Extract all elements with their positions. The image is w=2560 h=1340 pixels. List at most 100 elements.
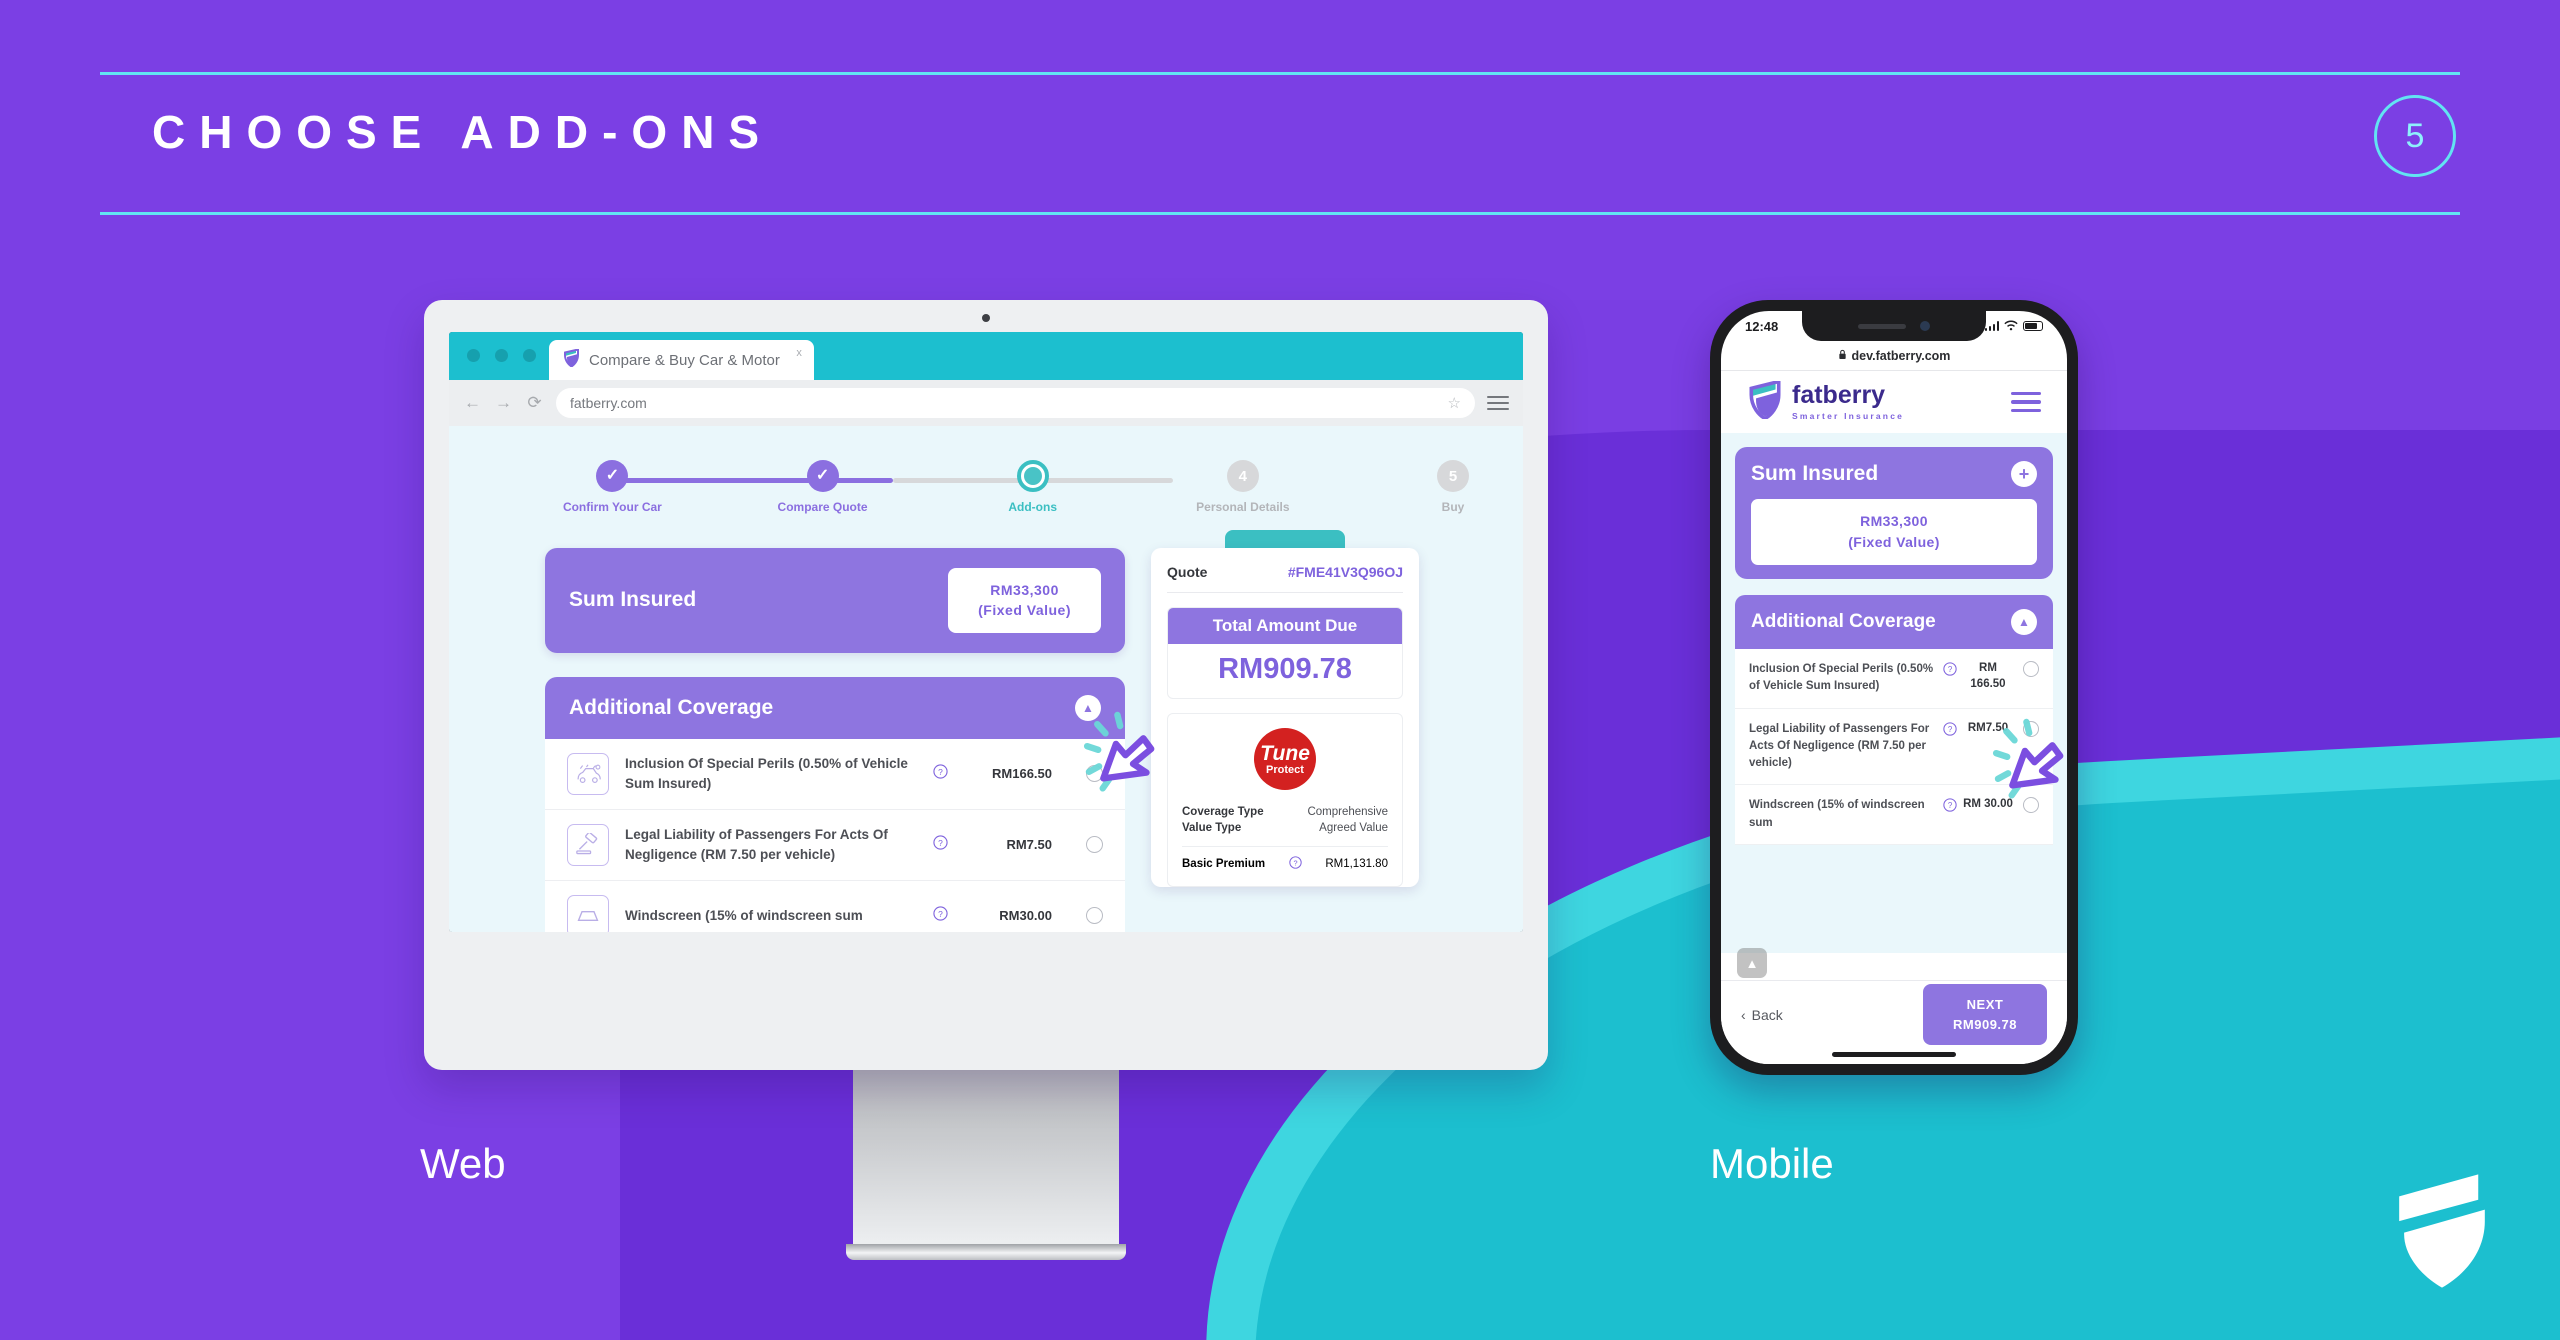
address-bar[interactable]: fatberry.com ☆ xyxy=(556,388,1475,418)
insurer-details-box: Tune Protect Coverage Type Comprehensive… xyxy=(1167,713,1403,887)
help-icon[interactable]: ? xyxy=(1289,856,1302,872)
monitor-stand-neck xyxy=(853,1048,1119,1250)
stepper-step-compare-quote[interactable]: ✓ Compare Quote xyxy=(763,452,883,514)
sum-insured-note: (Fixed Value) xyxy=(978,602,1071,619)
monitor-camera-icon xyxy=(982,314,990,322)
additional-coverage-list: Inclusion Of Special Perils (0.50% of Ve… xyxy=(545,738,1125,932)
chevron-up-icon[interactable]: ▲ xyxy=(2011,609,2037,635)
fatberry-shield-icon xyxy=(1747,378,1783,424)
back-button[interactable]: ‹ Back xyxy=(1741,1007,1783,1023)
brand-name: fatberry xyxy=(1792,381,1886,409)
caption-mobile: Mobile xyxy=(1710,1140,1834,1187)
stepper-step-personal-details[interactable]: 4 Personal Details xyxy=(1183,452,1303,514)
forward-arrow-icon[interactable]: → xyxy=(494,393,513,413)
addon-radio[interactable] xyxy=(2023,661,2039,677)
signal-icon xyxy=(1984,321,1999,331)
mobile-sum-insured-amount: RM33,300 xyxy=(1860,513,1928,529)
mobile-sum-insured-note: (Fixed Value) xyxy=(1848,534,1940,550)
tab-close-icon[interactable]: x xyxy=(796,347,802,359)
chevron-left-icon: ‹ xyxy=(1741,1006,1746,1023)
browser-tabbar: Compare & Buy Car & Motor x + xyxy=(449,332,1523,380)
next-amount: RM909.78 xyxy=(1953,1016,2017,1032)
mobile-menu-icon[interactable] xyxy=(2011,391,2041,413)
next-button[interactable]: NEXT RM909.78 xyxy=(1923,984,2047,1045)
total-amount-label: Total Amount Due xyxy=(1168,608,1402,644)
stepper-step-buy[interactable]: 5 Buy xyxy=(1393,452,1513,514)
quote-label: Quote xyxy=(1167,564,1208,580)
stepper-label-1: Confirm Your Car xyxy=(562,500,662,514)
help-icon[interactable]: ? xyxy=(930,835,950,854)
wifi-icon xyxy=(2004,319,2018,334)
fatberry-favicon-icon xyxy=(563,347,580,372)
reload-icon[interactable]: ⟳ xyxy=(525,393,544,413)
list-item[interactable]: Inclusion Of Special Perils (0.50% of Ve… xyxy=(1735,649,2053,709)
stepper-label-2: Compare Quote xyxy=(777,500,868,514)
mobile-page-content: Sum Insured + RM33,300 (Fixed Value) Add… xyxy=(1721,433,2067,953)
addon-price: RM7.50 xyxy=(1006,837,1052,853)
stepper-mark-4: 4 xyxy=(1238,467,1248,485)
stepper-step-add-ons[interactable]: Add-ons xyxy=(973,452,1093,514)
back-arrow-icon[interactable]: ← xyxy=(463,393,482,413)
home-indicator xyxy=(1832,1052,1956,1057)
scroll-to-top-button[interactable]: ▲ xyxy=(1737,948,1767,978)
stepper-mark-5: 5 xyxy=(1448,467,1458,485)
browser-tab[interactable]: Compare & Buy Car & Motor x xyxy=(549,340,814,380)
additional-coverage-header[interactable]: Additional Coverage ▲ xyxy=(545,676,1125,739)
stepper-check-icon-2: ✓ xyxy=(806,460,839,492)
table-row[interactable]: Windscreen (15% of windscreen sum ? RM30… xyxy=(545,881,1125,932)
mobile-additional-coverage-header[interactable]: Additional Coverage ▲ xyxy=(1735,595,2053,649)
lock-icon xyxy=(1838,349,1847,363)
window-maximize-dot[interactable] xyxy=(523,349,536,362)
addon-name: Windscreen (15% of windscreen sum xyxy=(625,907,863,923)
addon-radio[interactable] xyxy=(1086,907,1103,925)
browser-menu-icon[interactable] xyxy=(1487,396,1509,410)
svg-text:?: ? xyxy=(1293,858,1297,867)
status-indicators xyxy=(1984,319,2043,334)
fatberry-brand[interactable]: fatberry Smarter Insurance xyxy=(1747,378,1904,424)
plus-icon[interactable]: + xyxy=(2011,461,2037,487)
chevron-glyph: ▲ xyxy=(2018,615,2030,629)
sum-insured-value-box[interactable]: RM33,300 (Fixed Value) xyxy=(948,568,1101,633)
header-rule-bottom xyxy=(100,212,2460,215)
help-icon[interactable]: ? xyxy=(930,764,950,783)
monitor-stand-base xyxy=(846,1244,1126,1260)
stepper-mark-2: ✓ xyxy=(815,467,830,484)
gavel-icon xyxy=(567,823,609,866)
table-row[interactable]: Legal Liability of Passengers For Acts O… xyxy=(545,810,1125,881)
bookmark-star-icon[interactable]: ☆ xyxy=(1448,394,1461,412)
address-bar-url: fatberry.com xyxy=(570,395,647,411)
window-close-dot[interactable] xyxy=(467,349,480,362)
svg-text:?: ? xyxy=(1948,725,1953,734)
browser-navbar: ← → ⟳ fatberry.com ☆ xyxy=(449,380,1523,426)
tune-protect-logo: Tune Protect xyxy=(1254,728,1316,790)
back-label: Back xyxy=(1751,1006,1783,1023)
mobile-sum-insured-value-box[interactable]: RM33,300 (Fixed Value) xyxy=(1751,499,2037,565)
stepper-step-confirm-your-car[interactable]: ✓ Confirm Your Car xyxy=(552,452,672,514)
desktop-click-cursor xyxy=(1083,711,1199,825)
insurer-name-secondary: Protect xyxy=(1266,763,1304,776)
help-icon[interactable]: ? xyxy=(930,906,950,925)
mobile-additional-coverage-title: Additional Coverage xyxy=(1751,611,1936,632)
scroll-up-arrow-icon: ▲ xyxy=(1745,955,1759,971)
window-controls[interactable] xyxy=(467,349,536,362)
fatberry-corner-logo-icon xyxy=(2386,1170,2498,1292)
detail-row: Value Type Agreed Value xyxy=(1182,820,1388,836)
chevron-glyph: ▲ xyxy=(1082,700,1094,715)
new-tab-button[interactable]: + xyxy=(779,346,792,368)
caption-web: Web xyxy=(420,1140,506,1187)
mobile-sum-insured-title: Sum Insured xyxy=(1751,462,1879,485)
left-column: Sum Insured RM33,300 (Fixed Value) Addit… xyxy=(545,548,1125,932)
help-icon[interactable]: ? xyxy=(1939,661,1961,679)
total-amount-box: Total Amount Due RM909.78 xyxy=(1167,607,1403,699)
table-row[interactable]: Inclusion Of Special Perils (0.50% of Ve… xyxy=(545,739,1125,810)
desktop-monitor-mockup: Compare & Buy Car & Motor x + ← → ⟳ fatb… xyxy=(424,300,1548,1260)
help-icon[interactable]: ? xyxy=(1939,797,1961,815)
addon-radio[interactable] xyxy=(1086,836,1103,854)
mobile-address-bar[interactable]: dev.fatberry.com xyxy=(1721,341,2067,371)
addon-name: Legal Liability of Passengers For Acts O… xyxy=(1749,722,1930,770)
help-icon[interactable]: ? xyxy=(1939,721,1961,739)
svg-text:?: ? xyxy=(938,909,943,919)
detail-value: Agreed Value xyxy=(1319,822,1388,834)
addon-name: Inclusion Of Special Perils (0.50% of Ve… xyxy=(625,756,908,791)
window-minimize-dot[interactable] xyxy=(495,349,508,362)
